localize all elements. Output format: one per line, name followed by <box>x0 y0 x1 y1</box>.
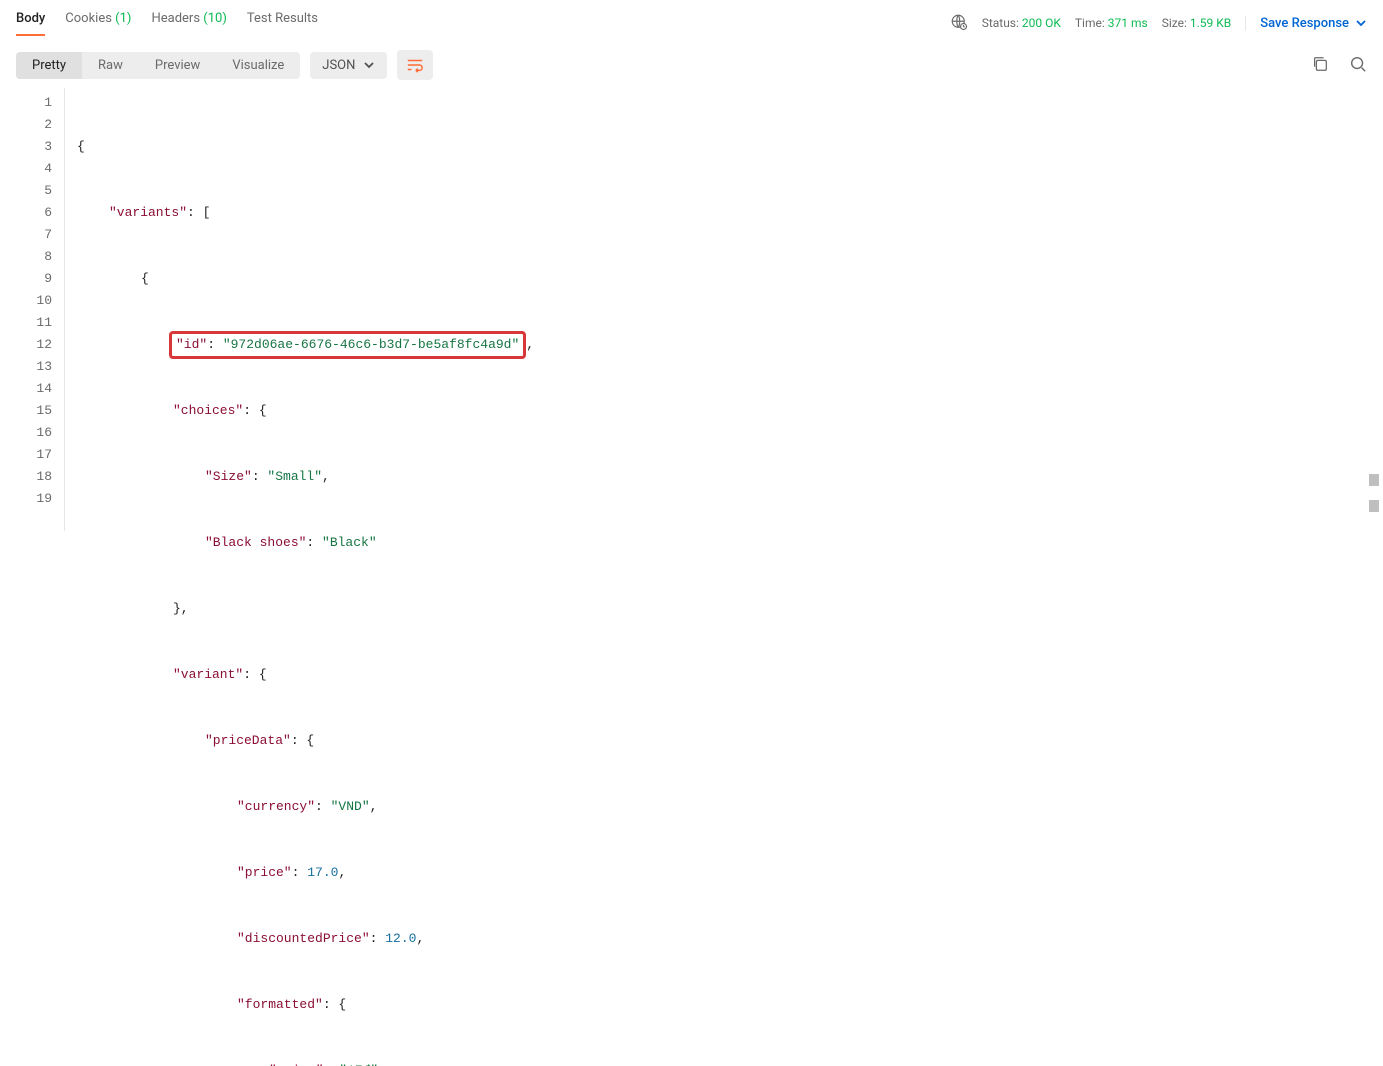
size-value: 1.59 KB <box>1190 16 1231 30</box>
tab-body[interactable]: Body <box>16 11 45 36</box>
wrap-lines-button[interactable] <box>397 50 433 80</box>
line-number: 13 <box>16 356 52 378</box>
line-number: 15 <box>16 400 52 422</box>
code-line: "variant": { <box>77 664 1383 686</box>
code-line: { <box>77 136 1383 158</box>
line-number: 16 <box>16 422 52 444</box>
line-number: 14 <box>16 378 52 400</box>
status-bar: Status: 200 OK Time: 371 ms Size: 1.59 K… <box>950 13 1367 34</box>
code-line: "choices": { <box>77 400 1383 422</box>
response-header: Body Cookies (1) Headers (10) Test Resul… <box>0 0 1383 38</box>
line-number: 4 <box>16 158 52 180</box>
left-tools: Pretty Raw Preview Visualize JSON <box>16 50 433 80</box>
line-number: 17 <box>16 444 52 466</box>
code-line: "currency": "VND", <box>77 796 1383 818</box>
tab-headers-count: (10) <box>203 11 227 26</box>
code-line: "price": 17.0, <box>77 862 1383 884</box>
status-code: Status: 200 OK <box>982 16 1061 30</box>
wrap-icon <box>406 56 424 74</box>
status-label: Status: <box>982 16 1019 30</box>
response-body: 1 2 3 4 5 6 7 8 9 10 11 12 13 14 15 16 1… <box>0 88 1383 531</box>
highlighted-id: "id": "972d06ae-6676-46c6-b3d7-be5af8fc4… <box>169 331 526 359</box>
format-label: JSON <box>322 58 355 73</box>
save-response-label: Save Response <box>1260 16 1349 31</box>
scroll-marker <box>1369 500 1379 512</box>
status-size: Size: 1.59 KB <box>1162 16 1232 30</box>
response-toolbar: Pretty Raw Preview Visualize JSON <box>0 38 1383 88</box>
right-tools <box>1311 55 1367 76</box>
save-response-button[interactable]: Save Response <box>1245 16 1367 31</box>
line-number: 8 <box>16 246 52 268</box>
view-raw[interactable]: Raw <box>82 52 139 79</box>
copy-icon <box>1311 55 1329 73</box>
line-number: 18 <box>16 466 52 488</box>
scroll-marker <box>1369 474 1379 486</box>
tab-cookies[interactable]: Cookies (1) <box>65 11 131 36</box>
line-gutter: 1 2 3 4 5 6 7 8 9 10 11 12 13 14 15 16 1… <box>16 88 64 531</box>
line-number: 11 <box>16 312 52 334</box>
globe-icon[interactable] <box>950 13 968 34</box>
line-number: 7 <box>16 224 52 246</box>
code-line: }, <box>77 598 1383 620</box>
code-line: "Black shoes": "Black" <box>77 532 1383 554</box>
line-number: 1 <box>16 92 52 114</box>
line-number: 5 <box>16 180 52 202</box>
line-number: 3 <box>16 136 52 158</box>
chevron-down-icon <box>1355 17 1367 29</box>
search-button[interactable] <box>1349 55 1367 76</box>
scroll-track[interactable] <box>1365 90 1383 533</box>
tab-headers[interactable]: Headers (10) <box>151 11 226 36</box>
search-icon <box>1349 55 1367 73</box>
code-line: { <box>77 268 1383 290</box>
code-line: "price": "17₫", <box>77 1060 1383 1066</box>
tab-cookies-count: (1) <box>115 11 131 26</box>
code-content[interactable]: { "variants": [ { "id": "972d06ae-6676-4… <box>64 88 1383 531</box>
view-visualize[interactable]: Visualize <box>216 52 300 79</box>
tab-cookies-label: Cookies <box>65 11 112 26</box>
status-time: Time: 371 ms <box>1075 16 1148 30</box>
code-line: "priceData": { <box>77 730 1383 752</box>
response-tabs: Body Cookies (1) Headers (10) Test Resul… <box>16 11 318 36</box>
format-dropdown[interactable]: JSON <box>310 52 387 79</box>
chevron-down-icon <box>363 59 375 71</box>
tab-headers-label: Headers <box>151 11 200 26</box>
code-line: "variants": [ <box>77 202 1383 224</box>
view-pretty[interactable]: Pretty <box>16 52 82 79</box>
code-line: "discountedPrice": 12.0, <box>77 928 1383 950</box>
time-value: 371 ms <box>1108 16 1148 30</box>
code-line: "Size": "Small", <box>77 466 1383 488</box>
time-label: Time: <box>1075 16 1105 30</box>
view-mode-tabs: Pretty Raw Preview Visualize <box>16 52 300 79</box>
view-preview[interactable]: Preview <box>139 52 216 79</box>
line-number: 12 <box>16 334 52 356</box>
size-label: Size: <box>1162 16 1187 30</box>
line-number: 10 <box>16 290 52 312</box>
status-value: 200 OK <box>1022 16 1061 30</box>
line-number: 6 <box>16 202 52 224</box>
line-number: 19 <box>16 488 52 510</box>
code-line: "formatted": { <box>77 994 1383 1016</box>
tab-test-results[interactable]: Test Results <box>247 11 318 36</box>
code-line: "id": "972d06ae-6676-46c6-b3d7-be5af8fc4… <box>77 334 1383 356</box>
copy-button[interactable] <box>1311 55 1329 76</box>
line-number: 2 <box>16 114 52 136</box>
line-number: 9 <box>16 268 52 290</box>
